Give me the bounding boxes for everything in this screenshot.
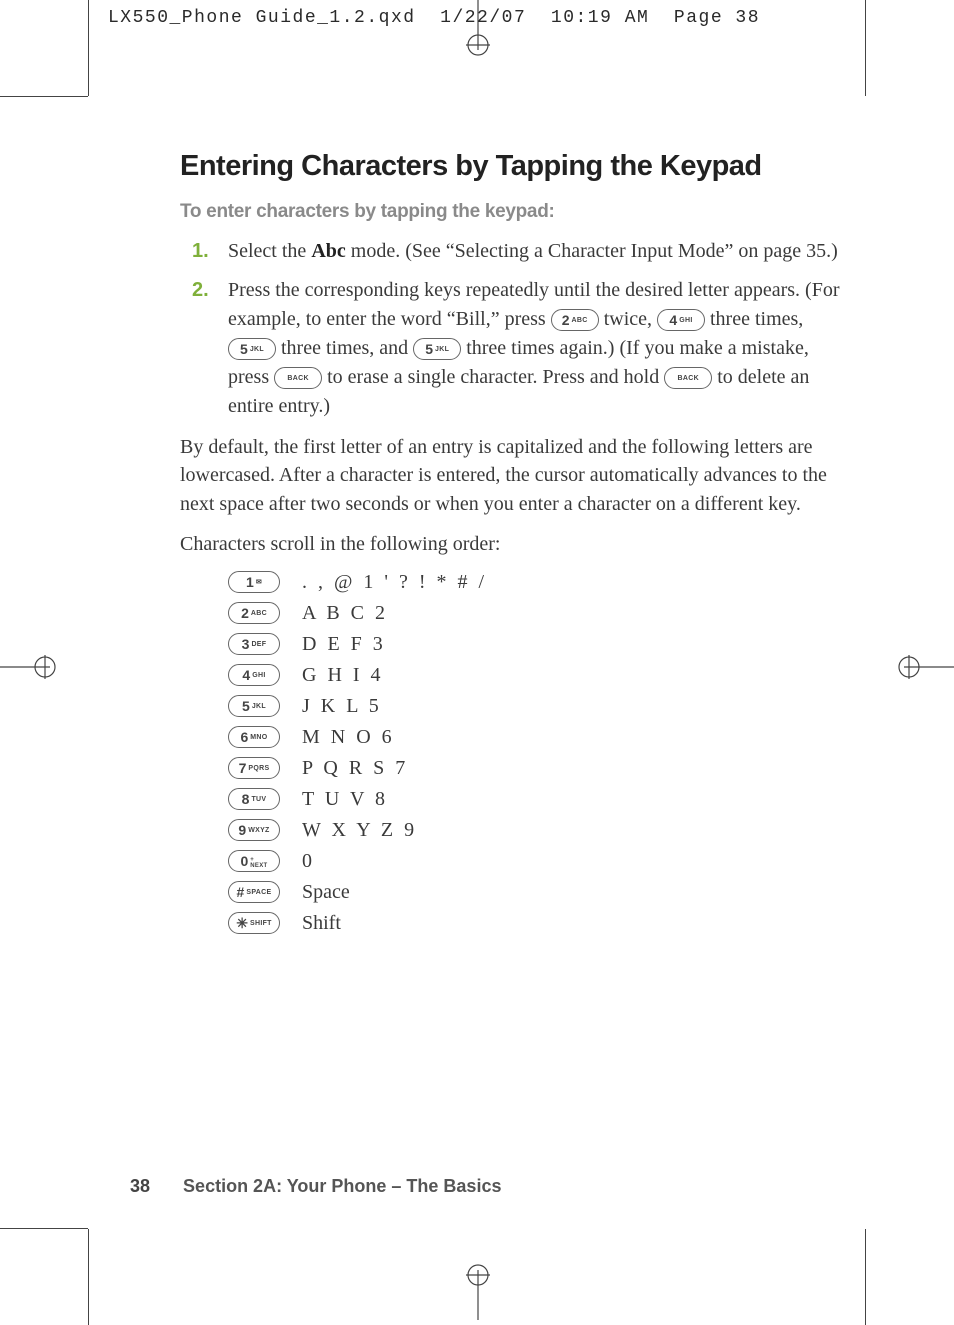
key-2-abc-icon: 2ABC: [228, 602, 280, 624]
key-5-jkl-icon: 5JKL: [228, 695, 280, 717]
key-4-ghi-icon: 4GHI: [657, 309, 705, 331]
char-table-row: 8TUV T U V 8: [228, 788, 840, 811]
slug-page: Page 38: [674, 8, 760, 28]
key-hash-space-icon: #SPACE: [228, 881, 280, 903]
key-star-shift-icon: ✳SHIFT: [228, 912, 280, 934]
char-sequence: A B C 2: [302, 602, 388, 625]
step-number: 1.: [180, 237, 228, 266]
crop-mark: [88, 1229, 89, 1325]
key-4-ghi-icon: 4GHI: [228, 664, 280, 686]
crop-mark: [88, 0, 89, 96]
slug-date: 1/22/07: [440, 8, 526, 28]
char-table-row: 0+NEXT 0: [228, 850, 840, 873]
crop-mark: [0, 96, 88, 97]
char-sequence: M N O 6: [302, 726, 395, 749]
key-8-tuv-icon: 8TUV: [228, 788, 280, 810]
char-sequence: Shift: [302, 912, 341, 935]
char-table-row: #SPACE Space: [228, 881, 840, 904]
char-table-row: 4GHI G H I 4: [228, 664, 840, 687]
paragraph-scroll-order: Characters scroll in the following order…: [180, 530, 840, 558]
crop-mark: [865, 0, 866, 96]
char-table-row: 3DEF D E F 3: [228, 633, 840, 656]
key-9-wxyz-icon: 9WXYZ: [228, 819, 280, 841]
key-back-icon: BACK: [664, 367, 712, 389]
char-table-row: 9WXYZ W X Y Z 9: [228, 819, 840, 842]
step-number: 2.: [180, 276, 228, 421]
character-table: 1✉ . , @ 1 ' ? ! * # / 2ABC A B C 2 3DEF D E …: [228, 571, 840, 935]
slug-filename: LX550_Phone Guide_1.2.qxd: [108, 8, 416, 28]
key-5-jkl-icon: 5JKL: [228, 338, 276, 360]
char-table-row: 7PQRS P Q R S 7: [228, 757, 840, 780]
step-2: 2. Press the corresponding keys repeated…: [180, 276, 840, 421]
char-table-row: 5JKL J K L 5: [228, 695, 840, 718]
char-sequence: . , @ 1 ' ? ! * # /: [302, 571, 487, 594]
key-0-next-icon: 0+NEXT: [228, 850, 280, 872]
slug-line: LX550_Phone Guide_1.2.qxd 1/22/07 10:19 …: [108, 8, 760, 28]
step-body: Select the Abc mode. (See “Selecting a C…: [228, 237, 840, 266]
char-sequence: J K L 5: [302, 695, 382, 718]
key-7-pqrs-icon: 7PQRS: [228, 757, 280, 779]
key-2-abc-icon: 2ABC: [551, 309, 599, 331]
char-table-row: 2ABC A B C 2: [228, 602, 840, 625]
section-label: Section 2A: Your Phone – The Basics: [183, 1176, 501, 1196]
crop-mark: [0, 1228, 88, 1229]
key-back-icon: BACK: [274, 367, 322, 389]
char-sequence: Space: [302, 881, 350, 904]
key-1-icon: 1✉: [228, 571, 280, 593]
page-number: 38: [130, 1176, 150, 1196]
char-table-row: ✳SHIFT Shift: [228, 912, 840, 935]
step-1: 1. Select the Abc mode. (See “Selecting …: [180, 237, 840, 266]
registration-mark-icon: [894, 652, 954, 687]
page-title: Entering Characters by Tapping the Keypa…: [180, 150, 840, 183]
subheading: To enter characters by tapping the keypa…: [180, 201, 840, 223]
page-footer: 38 Section 2A: Your Phone – The Basics: [130, 1176, 501, 1197]
paragraph-default-behavior: By default, the first letter of an entry…: [180, 433, 840, 518]
slug-time: 10:19 AM: [551, 8, 649, 28]
char-sequence: W X Y Z 9: [302, 819, 417, 842]
registration-mark-icon: [463, 1260, 493, 1325]
key-5-jkl-icon: 5JKL: [413, 338, 461, 360]
step-body: Press the corresponding keys repeatedly …: [228, 276, 840, 421]
steps-list: 1. Select the Abc mode. (See “Selecting …: [180, 237, 840, 421]
registration-mark-icon: [0, 652, 60, 687]
char-sequence: 0: [302, 850, 315, 873]
char-table-row: 6MNO M N O 6: [228, 726, 840, 749]
key-3-def-icon: 3DEF: [228, 633, 280, 655]
char-table-row: 1✉ . , @ 1 ' ? ! * # /: [228, 571, 840, 594]
key-6-mno-icon: 6MNO: [228, 726, 280, 748]
char-sequence: D E F 3: [302, 633, 386, 656]
crop-mark: [865, 1229, 866, 1325]
char-sequence: P Q R S 7: [302, 757, 408, 780]
char-sequence: G H I 4: [302, 664, 384, 687]
char-sequence: T U V 8: [302, 788, 388, 811]
page-content: Entering Characters by Tapping the Keypa…: [180, 150, 840, 943]
